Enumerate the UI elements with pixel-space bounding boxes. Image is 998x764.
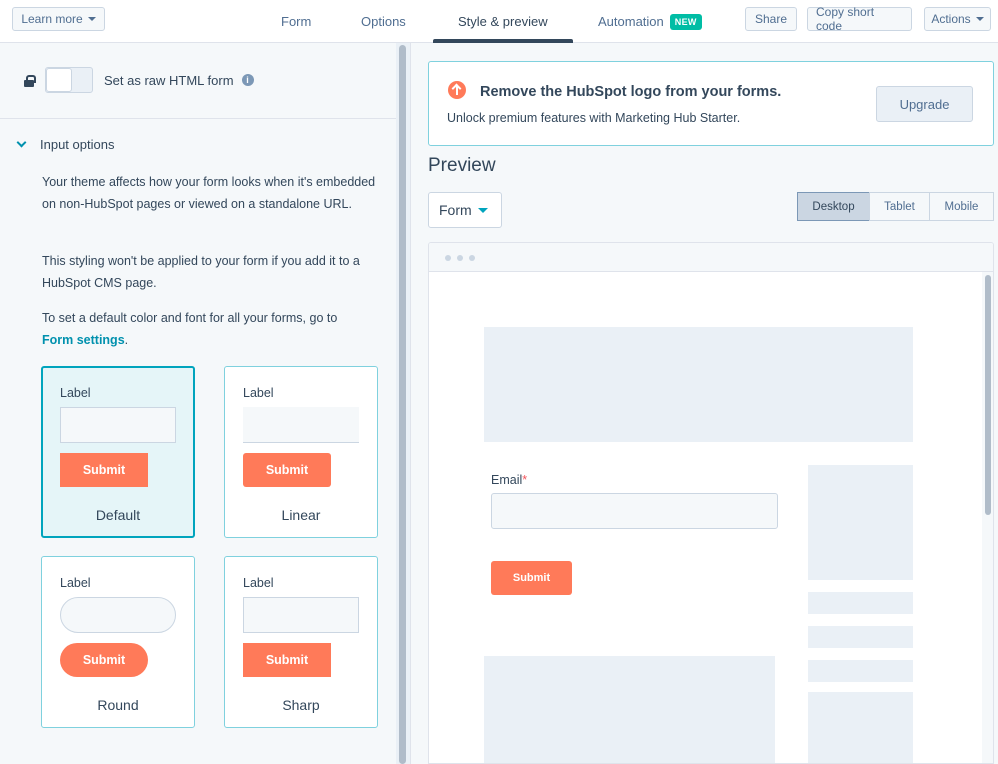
preview-title: Preview xyxy=(428,155,496,176)
style-options-panel: Set as raw HTML form i Input options You… xyxy=(0,43,396,764)
style-submit-preview: Submit xyxy=(243,453,331,487)
style-label: Label xyxy=(243,576,274,590)
share-label: Share xyxy=(754,12,788,26)
style-card-default[interactable]: Label Submit Default xyxy=(41,366,195,538)
left-panel-scrollbar[interactable] xyxy=(396,43,410,764)
caret-down-icon xyxy=(975,17,984,21)
preview-scrollbar[interactable] xyxy=(982,272,993,763)
style-name: Round xyxy=(97,697,139,713)
style-name: Linear xyxy=(281,507,321,523)
browser-bar xyxy=(429,243,993,272)
style-label: Label xyxy=(243,386,274,400)
placeholder-side-line xyxy=(808,592,913,614)
style-card-sharp[interactable]: Label Submit Sharp xyxy=(224,556,378,728)
tab-form[interactable]: Form xyxy=(281,0,311,43)
style-input-preview xyxy=(243,407,359,443)
preview-panel: Remove the HubSpot logo from your forms.… xyxy=(411,43,998,764)
tab-form-label: Form xyxy=(281,14,312,29)
tablet-button[interactable]: Tablet xyxy=(869,192,930,221)
style-input-preview xyxy=(60,407,176,443)
email-label-text: Email xyxy=(491,473,523,487)
placeholder-content-block xyxy=(484,656,775,763)
raw-html-row: Set as raw HTML form i xyxy=(24,67,254,93)
share-button[interactable]: Share xyxy=(745,7,797,31)
tab-options[interactable]: Options xyxy=(361,0,406,43)
raw-html-label: Set as raw HTML form xyxy=(104,72,234,88)
browser-dot xyxy=(469,255,475,261)
style-card-linear[interactable]: Label Submit Linear xyxy=(224,366,378,538)
scrollbar-thumb[interactable] xyxy=(985,275,991,515)
actions-button[interactable]: Actions xyxy=(924,7,991,31)
learn-more-button[interactable]: Learn more xyxy=(12,7,105,31)
email-input[interactable] xyxy=(491,493,778,529)
upgrade-banner: Remove the HubSpot logo from your forms.… xyxy=(428,61,994,146)
new-badge: NEW xyxy=(669,13,702,30)
mobile-button[interactable]: Mobile xyxy=(929,192,994,221)
device-toggle-group: Desktop Tablet Mobile xyxy=(797,192,994,221)
toggle-knob xyxy=(46,68,72,92)
top-bar: Learn more Form Options Style & preview … xyxy=(0,0,998,43)
chevron-down-icon xyxy=(16,137,27,148)
cms-note: This styling won't be applied to your fo… xyxy=(42,254,360,290)
copy-short-code-button[interactable]: Copy short code xyxy=(807,5,912,33)
caret-down-icon xyxy=(477,207,488,213)
tab-style-preview-label: Style & preview xyxy=(458,14,548,29)
input-options-title: Input options xyxy=(40,137,115,152)
default-settings-note: To set a default color and font for all … xyxy=(42,308,382,351)
tab-options-label: Options xyxy=(361,14,406,29)
style-name: Sharp xyxy=(282,697,320,713)
tab-style-preview[interactable]: Style & preview xyxy=(458,0,548,43)
style-submit-preview: Submit xyxy=(243,643,331,677)
placeholder-side-block xyxy=(808,692,913,763)
tab-automation-label: Automation xyxy=(598,14,664,29)
submit-button[interactable]: Submit xyxy=(491,561,572,595)
banner-subtitle: Unlock premium features with Marketing H… xyxy=(447,111,741,125)
browser-dot xyxy=(445,255,451,261)
lock-icon xyxy=(24,74,36,87)
theme-description: Your theme affects how your form looks w… xyxy=(42,175,376,211)
raw-html-toggle[interactable] xyxy=(45,67,93,93)
section-divider xyxy=(0,118,396,119)
style-label: Label xyxy=(60,386,91,400)
style-submit-preview: Submit xyxy=(60,643,148,677)
period: . xyxy=(124,332,129,347)
placeholder-header-block xyxy=(484,327,913,442)
style-input-preview xyxy=(243,597,359,633)
tab-automation[interactable]: Automation NEW xyxy=(598,0,702,43)
style-name: Default xyxy=(95,507,141,523)
email-label: Email* xyxy=(491,473,527,487)
style-submit-preview: Submit xyxy=(60,453,148,487)
copy-short-code-label: Copy short code xyxy=(816,5,875,33)
upgrade-button[interactable]: Upgrade xyxy=(876,86,973,122)
required-mark: * xyxy=(522,473,528,487)
input-options-toggle[interactable]: Input options xyxy=(16,137,115,152)
learn-more-label: Learn more xyxy=(21,12,83,26)
form-settings-link[interactable]: Form settings xyxy=(42,333,125,347)
style-input-preview xyxy=(60,597,176,633)
info-icon[interactable]: i xyxy=(241,74,254,86)
form-dropdown-label: Form xyxy=(439,202,472,218)
browser-dot xyxy=(457,255,463,261)
actions-label: Actions xyxy=(931,12,971,26)
browser-preview-frame: Email* Submit xyxy=(428,242,994,764)
default-settings-text: To set a default color and font for all … xyxy=(42,311,338,325)
scrollbar-thumb[interactable] xyxy=(399,45,406,764)
banner-title: Remove the HubSpot logo from your forms. xyxy=(480,84,782,100)
arrow-up-icon xyxy=(448,81,466,99)
style-label: Label xyxy=(60,576,91,590)
form-dropdown[interactable]: Form xyxy=(428,192,502,228)
caret-down-icon xyxy=(87,17,96,21)
desktop-button[interactable]: Desktop xyxy=(797,192,870,221)
style-card-round[interactable]: Label Submit Round xyxy=(41,556,195,728)
placeholder-side-line xyxy=(808,626,913,648)
placeholder-side-block xyxy=(808,465,913,580)
placeholder-side-line xyxy=(808,660,913,682)
